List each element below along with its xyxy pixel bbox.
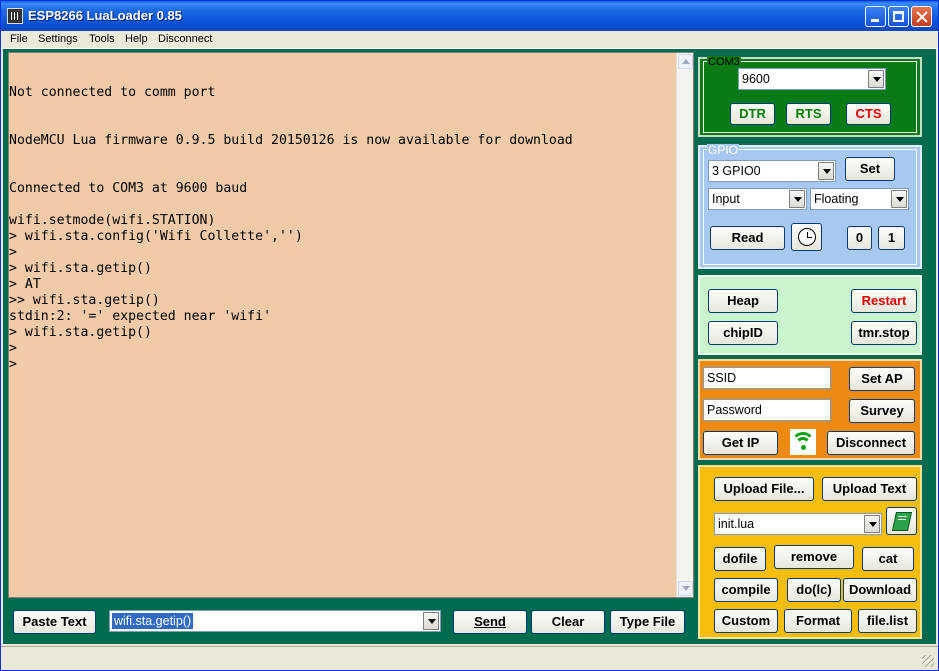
maximize-button[interactable]: [888, 6, 909, 27]
menu-settings[interactable]: Settings: [38, 33, 78, 45]
gpio-write-1-button[interactable]: 1: [878, 226, 905, 250]
ssid-field[interactable]: SSID: [703, 367, 831, 389]
menu-help[interactable]: Help: [125, 33, 148, 45]
file-select[interactable]: init.lua: [714, 513, 882, 535]
gpio-mode-value: Input: [712, 192, 740, 206]
survey-button[interactable]: Survey: [849, 399, 915, 423]
app-icon: [7, 8, 23, 24]
clock-icon: [798, 228, 816, 246]
command-input-value: wifi.sta.getip(): [112, 613, 194, 629]
minimize-button[interactable]: [865, 6, 886, 27]
gpio-mode-select[interactable]: Input: [708, 188, 807, 210]
file-panel: Upload File... Upload Text init.lua dofi…: [698, 465, 922, 639]
restart-button[interactable]: Restart: [851, 289, 917, 313]
scroll-up-arrow-icon[interactable]: [678, 54, 693, 69]
gpio-read-button[interactable]: Read: [710, 226, 785, 250]
close-button[interactable]: [911, 6, 932, 27]
cts-indicator[interactable]: CTS: [846, 103, 891, 125]
baud-dropdown-arrow-icon[interactable]: [868, 70, 884, 88]
notebook-icon[interactable]: [886, 507, 917, 535]
command-dropdown-arrow-icon[interactable]: [423, 612, 439, 630]
tmr-stop-button[interactable]: tmr.stop: [851, 321, 917, 345]
gpio-set-button[interactable]: Set: [845, 157, 895, 181]
wifi-dot: [801, 445, 806, 450]
disconnect-button[interactable]: Disconnect: [827, 431, 915, 455]
do-lc-button[interactable]: do(lc): [787, 578, 841, 602]
app-window: ESP8266 LuaLoader 0.85 File Settings Too…: [0, 0, 939, 671]
cat-button[interactable]: cat: [862, 547, 914, 571]
paste-text-button[interactable]: Paste Text: [13, 610, 96, 634]
gpio-pull-value: Floating: [814, 192, 859, 206]
gpio-pull-select[interactable]: Floating: [810, 188, 909, 210]
type-file-button[interactable]: Type File: [610, 610, 685, 634]
terminal-output[interactable]: Not connected to comm port NodeMCU Lua f…: [8, 52, 694, 598]
gpio-write-0-button[interactable]: 0: [847, 226, 872, 250]
window-title: ESP8266 LuaLoader 0.85: [28, 8, 182, 23]
remove-button[interactable]: remove: [774, 545, 854, 569]
status-bar: [1, 646, 938, 670]
menu-tools[interactable]: Tools: [89, 33, 115, 45]
file-select-value: init.lua: [718, 517, 755, 531]
menu-file[interactable]: File: [10, 33, 28, 45]
gpio-panel: GPIO 3 GPIO0 Set Input Floating Read 0 1: [698, 143, 922, 269]
gpio-timer-button[interactable]: [791, 223, 822, 251]
send-button[interactable]: Send: [453, 610, 527, 634]
com-port-label: COM3: [707, 56, 741, 68]
terminal-text: Not connected to comm port NodeMCU Lua f…: [9, 85, 573, 372]
send-button-label: Send: [474, 614, 506, 629]
menu-disconnect[interactable]: Disconnect: [158, 33, 212, 45]
upload-text-button[interactable]: Upload Text: [822, 477, 917, 501]
custom-button[interactable]: Custom: [714, 609, 778, 633]
menu-bar: File Settings Tools Help Disconnect: [1, 31, 938, 49]
password-field[interactable]: Password: [703, 399, 831, 421]
set-ap-button[interactable]: Set AP: [849, 367, 915, 391]
heap-button[interactable]: Heap: [708, 289, 778, 313]
gpio-pin-select[interactable]: 3 GPIO0: [708, 160, 836, 182]
upload-file-button[interactable]: Upload File...: [714, 477, 814, 501]
system-panel: Heap Restart chipID tmr.stop: [698, 275, 922, 355]
chipid-button[interactable]: chipID: [708, 321, 778, 345]
dofile-button[interactable]: dofile: [714, 547, 766, 571]
clear-button[interactable]: Clear: [531, 610, 605, 634]
format-button[interactable]: Format: [784, 609, 852, 633]
baud-rate-select[interactable]: 9600: [738, 68, 886, 90]
gpio-mode-dropdown-arrow-icon[interactable]: [789, 190, 805, 208]
rts-button[interactable]: RTS: [786, 103, 831, 125]
scroll-down-arrow-icon[interactable]: [678, 581, 693, 596]
title-bar[interactable]: ESP8266 LuaLoader 0.85: [1, 1, 938, 31]
gpio-pin-value: 3 GPIO0: [712, 164, 761, 178]
command-input[interactable]: wifi.sta.getip(): [109, 610, 441, 632]
gpio-pin-dropdown-arrow-icon[interactable]: [818, 162, 834, 180]
download-button[interactable]: Download: [843, 578, 917, 602]
dtr-button[interactable]: DTR: [730, 103, 775, 125]
file-list-button[interactable]: file.list: [858, 609, 917, 633]
wifi-signal-icon: [790, 429, 816, 455]
resize-grip-icon[interactable]: [922, 655, 934, 667]
command-bar: Paste Text wifi.sta.getip() Send Clear T…: [3, 602, 695, 644]
terminal-scrollbar[interactable]: [676, 53, 693, 597]
file-dropdown-arrow-icon[interactable]: [864, 515, 880, 533]
client-area: Not connected to comm port NodeMCU Lua f…: [3, 49, 936, 644]
baud-rate-value: 9600: [742, 72, 770, 86]
get-ip-button[interactable]: Get IP: [703, 431, 778, 455]
wifi-panel: SSID Set AP Password Survey Get IP Disco…: [698, 359, 922, 460]
com-panel: COM3 9600 DTR RTS CTS: [698, 56, 922, 137]
gpio-pull-dropdown-arrow-icon[interactable]: [891, 190, 907, 208]
compile-button[interactable]: compile: [714, 578, 778, 602]
gpio-label: GPIO: [707, 143, 740, 157]
